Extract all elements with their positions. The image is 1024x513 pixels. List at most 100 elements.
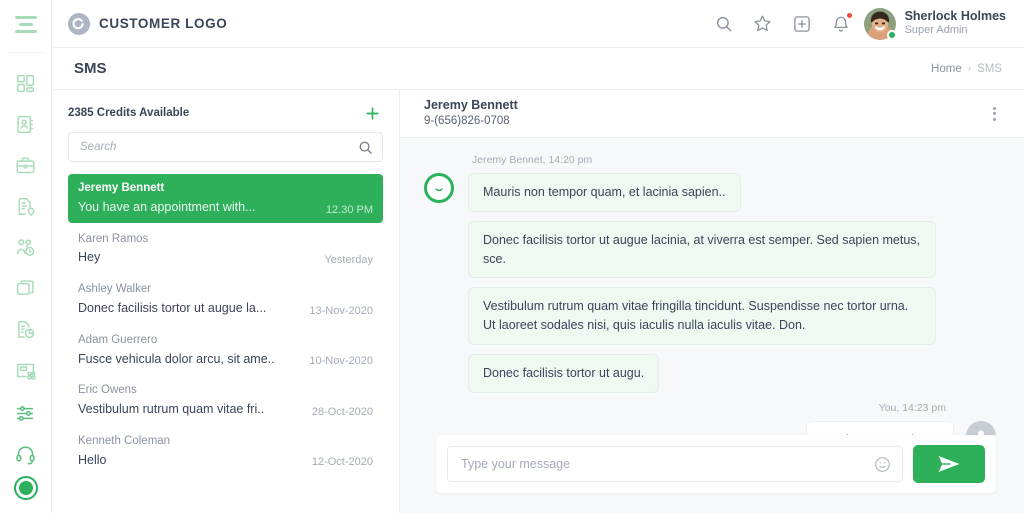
chat-panel: Jeremy Bennett 9-(656)826-0708 Jeremy Be… xyxy=(400,90,1024,513)
conversation-preview: Hey xyxy=(78,250,101,265)
conversation-text: Jeremy Bennett You have an appointment w… xyxy=(78,180,318,217)
conversation-text: Karen Ramos Hey xyxy=(78,231,316,268)
user-identity: Sherlock Holmes Super Admin xyxy=(905,9,1006,38)
message-bubble: Donec facilisis tortor ut augu. xyxy=(468,353,660,393)
avatar xyxy=(863,7,897,40)
conversation-preview: Hello xyxy=(78,452,107,467)
person-avatar xyxy=(966,420,996,435)
message-bubble: Vestibulum rutrum quam vitae fringilla t… xyxy=(468,287,936,345)
conversation-name: Karen Ramos xyxy=(78,232,149,245)
message-row-incoming: Vestibulum rutrum quam vitae fringilla t… xyxy=(424,287,996,345)
list-item[interactable]: Kenneth Coleman Hello 12-Oct-2020 xyxy=(68,427,383,476)
sidebar-item-dashboard[interactable] xyxy=(0,63,52,104)
list-item[interactable]: Jeremy Bennett You have an appointment w… xyxy=(68,174,383,223)
list-item[interactable]: Adam Guerrero Fusce vehicula dolor arcu,… xyxy=(68,326,383,375)
bell-icon[interactable] xyxy=(830,11,853,35)
plus-square-icon[interactable] xyxy=(791,13,813,35)
contact-book-icon xyxy=(17,115,33,134)
search-icon[interactable] xyxy=(358,140,373,160)
sidebar-item-layers[interactable] xyxy=(0,268,52,309)
message-row-incoming: Donec facilisis tortor ut augue lacinia,… xyxy=(424,220,996,279)
message-bubble: Donec facilisis tortor ut augue lacinia,… xyxy=(468,220,936,279)
conversation-time: Yesterday xyxy=(324,254,373,267)
chat-contact-phone: 9-(656)826-0708 xyxy=(424,115,510,128)
sidebar-item-placements[interactable] xyxy=(0,186,52,227)
message-row-incoming: Donec facilisis tortor ut augu. xyxy=(424,353,996,393)
search-conversations[interactable] xyxy=(68,132,383,162)
document-location-icon xyxy=(18,198,35,217)
list-item[interactable]: Eric Owens Vestibulum rutrum quam vitae … xyxy=(68,376,383,425)
active-status-icon[interactable] xyxy=(13,475,39,501)
send-button[interactable] xyxy=(913,445,985,483)
plus-icon[interactable] xyxy=(361,102,383,124)
top-actions xyxy=(713,11,853,35)
conversation-name: Kenneth Coleman xyxy=(78,434,171,447)
emoji-smiley-icon[interactable] xyxy=(874,456,891,478)
brand-logo[interactable]: CUSTOMER LOGO xyxy=(68,12,228,35)
conversation-time: 12.30 PM xyxy=(325,203,373,216)
credits-available-label: 2385 Credits Available xyxy=(68,107,190,119)
breadcrumb-separator: › xyxy=(967,63,972,74)
search-input[interactable] xyxy=(80,141,352,153)
conversation-name: Jeremy Bennett xyxy=(78,182,165,194)
list-item[interactable]: Karen Ramos Hey Yesterday xyxy=(68,225,383,274)
conversation-name: Adam Guerrero xyxy=(78,333,158,346)
breadcrumb-home[interactable]: Home xyxy=(931,63,962,75)
online-status-dot xyxy=(886,29,897,40)
users-clock-icon xyxy=(16,239,35,256)
user-role: Super Admin xyxy=(904,24,968,37)
sidebar-item-widgets[interactable] xyxy=(0,350,52,391)
sidebar-item-support[interactable] xyxy=(0,434,52,475)
list-item[interactable]: Ashley Walker Donec facilisis tortor ut … xyxy=(68,275,383,324)
conversation-preview: You have an appointment with... xyxy=(78,199,256,214)
rail-divider xyxy=(7,52,44,53)
sliders-settings-icon xyxy=(17,406,33,421)
burger-line xyxy=(18,22,33,26)
kebab-dot xyxy=(993,117,996,121)
sidebar-item-jobs[interactable] xyxy=(0,145,52,186)
headset-support-icon xyxy=(16,446,35,465)
composer-wrapper xyxy=(400,435,1024,513)
message-input[interactable] xyxy=(461,457,866,471)
chat-contact: Jeremy Bennett 9-(656)826-0708 xyxy=(424,97,518,129)
message-row-incoming: Mauris non tempor quam, et lacinia sapie… xyxy=(424,173,996,212)
layers-icon xyxy=(16,280,34,295)
contact-smiley-avatar xyxy=(424,173,454,203)
user-menu[interactable]: Sherlock Holmes Super Admin xyxy=(863,7,1006,40)
page-header: SMS Home › SMS xyxy=(52,48,1024,90)
logo-circle-icon xyxy=(68,13,90,34)
conversation-preview: Fusce vehicula dolor arcu, sit ame.. xyxy=(78,351,275,366)
credits-row: 2385 Credits Available xyxy=(68,90,383,132)
star-icon[interactable] xyxy=(752,13,774,35)
sidebar-item-settings[interactable] xyxy=(0,393,52,434)
content-split: 2385 Credits Available Search Jeremy Ben… xyxy=(52,90,1024,513)
search-icon[interactable] xyxy=(713,13,735,35)
kebab-dot xyxy=(993,112,996,115)
left-icon-rail xyxy=(0,0,52,513)
chat-contact-name: Jeremy Bennett xyxy=(424,98,518,113)
kebab-menu-icon[interactable] xyxy=(987,101,1002,127)
message-row-outgoing: Lead Java Developer xyxy=(424,420,996,435)
send-paper-plane-icon xyxy=(938,455,960,473)
outgoing-timestamp: You, 14:23 pm xyxy=(878,401,946,414)
sms-app: CUSTOMER LOGO Sherlock Holmes Super Admi… xyxy=(0,0,1024,513)
sidebar-item-timesheets[interactable] xyxy=(0,227,52,268)
conversation-text: Ashley Walker Donec facilisis tortor ut … xyxy=(78,281,301,318)
report-chart-icon xyxy=(18,321,35,339)
brand-name: CUSTOMER LOGO xyxy=(99,16,228,31)
message-input-wrap[interactable] xyxy=(447,446,903,482)
message-thread: Jeremy Bennet, 14:20 pm Mauris non tempo… xyxy=(400,138,1024,435)
breadcrumb-current: SMS xyxy=(977,62,1002,75)
sidebar-item-contacts[interactable] xyxy=(0,104,52,145)
sidebar-item-reports[interactable] xyxy=(0,309,52,350)
burger-line xyxy=(14,15,37,19)
conversation-time: 10-Nov-2020 xyxy=(309,355,373,368)
conversations-panel: 2385 Credits Available Search Jeremy Ben… xyxy=(52,90,400,513)
incoming-timestamp: Jeremy Bennet, 14:20 pm xyxy=(472,154,593,166)
notification-badge xyxy=(845,11,853,19)
page-title: SMS xyxy=(74,60,107,77)
main-column: CUSTOMER LOGO Sherlock Holmes Super Admi… xyxy=(52,0,1024,513)
hamburger-menu-icon[interactable] xyxy=(0,0,52,48)
message-composer xyxy=(436,435,996,493)
message-bubble: Mauris non tempor quam, et lacinia sapie… xyxy=(468,173,741,212)
